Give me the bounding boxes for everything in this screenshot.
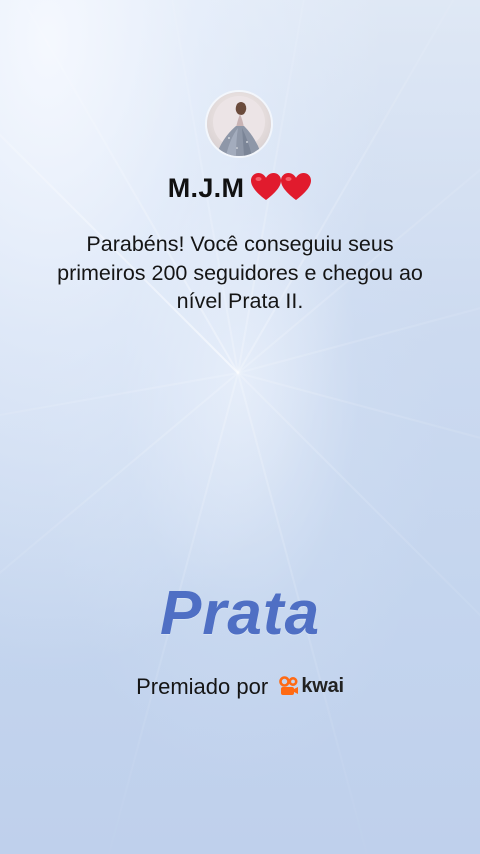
awarded-by-row: Premiado por kwai xyxy=(0,671,480,702)
red-heart-icon xyxy=(281,172,312,200)
level-title: Prata xyxy=(159,579,321,648)
achievement-screen: M.J.M Parabéns! Você conseguiu seus prim… xyxy=(0,0,480,854)
profile-name: M.J.M xyxy=(167,173,245,203)
profile-name-row: M.J.M xyxy=(0,168,480,208)
red-heart-icon xyxy=(251,172,282,200)
kwai-logo: kwai xyxy=(279,671,344,701)
awarded-by-label: Premiado por xyxy=(136,674,269,700)
kwai-brand-name: kwai xyxy=(301,675,344,698)
avatar[interactable] xyxy=(207,92,271,156)
avatar-image xyxy=(213,96,265,156)
congratulations-message: Parabéns! Você conseguiu seus primeiros … xyxy=(57,232,423,313)
kwai-icon xyxy=(279,676,299,696)
